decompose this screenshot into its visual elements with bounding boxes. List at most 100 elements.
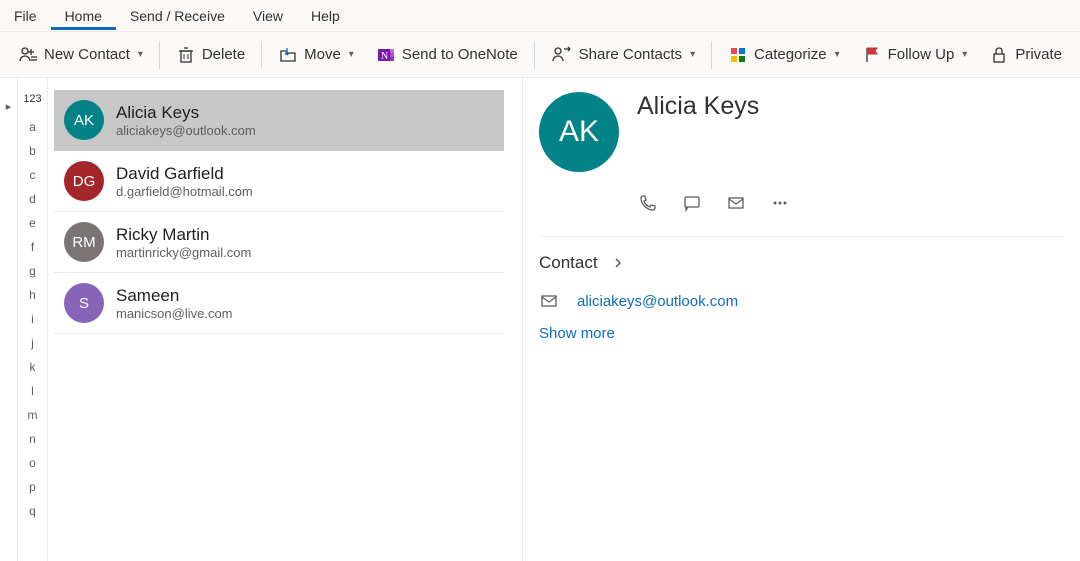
avatar: S xyxy=(64,283,104,323)
share-contacts-icon xyxy=(551,45,573,65)
contact-list-item[interactable]: S Sameenmanicson@live.com xyxy=(54,273,504,334)
share-contacts-button[interactable]: Share Contacts ▾ xyxy=(541,39,705,71)
share-contacts-label: Share Contacts xyxy=(579,46,682,63)
categorize-button[interactable]: Categorize ▾ xyxy=(718,39,850,71)
categorize-icon xyxy=(728,45,748,65)
alpha-index: 123 abcdefghijklmnopq xyxy=(18,78,48,561)
toolbar-separator xyxy=(159,41,160,69)
chevron-down-icon: ▾ xyxy=(690,49,695,60)
contact-email: martinricky@gmail.com xyxy=(116,245,251,260)
detail-name: Alicia Keys xyxy=(637,92,759,121)
contact-name: David Garfield xyxy=(116,164,253,184)
menu-send-receive[interactable]: Send / Receive xyxy=(116,2,239,30)
alpha-index-a[interactable]: a xyxy=(18,115,47,139)
alpha-index-b[interactable]: b xyxy=(18,139,47,163)
alpha-index-p[interactable]: p xyxy=(18,475,47,499)
new-contact-label: New Contact xyxy=(44,46,130,63)
toolbar-separator xyxy=(711,41,712,69)
contact-info: Sameenmanicson@live.com xyxy=(116,286,233,321)
show-more-link[interactable]: Show more xyxy=(539,325,615,342)
contact-list-item[interactable]: DG David Garfieldd.garfield@hotmail.com xyxy=(54,151,504,212)
mail-icon xyxy=(539,291,559,311)
alpha-index-e[interactable]: e xyxy=(18,211,47,235)
menu-view[interactable]: View xyxy=(239,2,297,30)
chevron-down-icon: ▾ xyxy=(138,49,143,60)
contact-list-item[interactable]: RM Ricky Martinmartinricky@gmail.com xyxy=(54,212,504,273)
delete-label: Delete xyxy=(202,46,245,63)
toolbar: New Contact ▾ Delete Move ▾ N Send to On… xyxy=(0,32,1080,78)
email-row: aliciakeys@outlook.com xyxy=(539,291,1064,311)
contact-name: Alicia Keys xyxy=(116,103,256,123)
chevron-down-icon: ▾ xyxy=(349,49,354,60)
alpha-index-h[interactable]: h xyxy=(18,283,47,307)
alpha-index-n[interactable]: n xyxy=(18,427,47,451)
menu-help[interactable]: Help xyxy=(297,2,354,30)
alpha-index-k[interactable]: k xyxy=(18,355,47,379)
send-onenote-button[interactable]: N Send to OneNote xyxy=(366,39,528,71)
follow-up-button[interactable]: Follow Up ▾ xyxy=(852,39,978,71)
alpha-index-o[interactable]: o xyxy=(18,451,47,475)
new-contact-button[interactable]: New Contact ▾ xyxy=(8,39,153,71)
alpha-index-d[interactable]: d xyxy=(18,187,47,211)
menu-bar: File Home Send / Receive View Help xyxy=(0,0,1080,32)
contact-section-label: Contact xyxy=(539,253,598,273)
private-label: Private xyxy=(1015,46,1062,63)
contact-info: Ricky Martinmartinricky@gmail.com xyxy=(116,225,251,260)
alpha-index-header[interactable]: 123 xyxy=(18,88,47,110)
menu-home[interactable]: Home xyxy=(51,2,116,30)
categorize-label: Categorize xyxy=(754,46,827,63)
move-icon xyxy=(278,45,298,65)
chevron-right-icon: ▸ xyxy=(6,100,12,561)
avatar: DG xyxy=(64,161,104,201)
follow-up-label: Follow Up xyxy=(888,46,955,63)
avatar: AK xyxy=(64,100,104,140)
call-button[interactable] xyxy=(637,192,659,214)
alpha-index-q[interactable]: q xyxy=(18,499,47,523)
alpha-index-l[interactable]: l xyxy=(18,379,47,403)
contact-info: Alicia Keysaliciakeys@outlook.com xyxy=(116,103,256,138)
chevron-down-icon: ▾ xyxy=(835,49,840,60)
flag-icon xyxy=(862,45,882,65)
contact-info: David Garfieldd.garfield@hotmail.com xyxy=(116,164,253,199)
alpha-index-c[interactable]: c xyxy=(18,163,47,187)
move-button[interactable]: Move ▾ xyxy=(268,39,364,71)
contact-list: AK Alicia Keysaliciakeys@outlook.com DG Dav… xyxy=(48,78,523,561)
alpha-index-g[interactable]: g xyxy=(18,259,47,283)
chevron-down-icon: ▾ xyxy=(962,49,967,60)
avatar: RM xyxy=(64,222,104,262)
contact-email: aliciakeys@outlook.com xyxy=(116,123,256,138)
chevron-right-icon xyxy=(612,257,624,269)
alpha-index-i[interactable]: i xyxy=(18,307,47,331)
contact-name: Ricky Martin xyxy=(116,225,251,245)
detail-avatar: AK xyxy=(539,92,619,172)
menu-file[interactable]: File xyxy=(0,2,51,30)
contact-section-header[interactable]: Contact xyxy=(539,253,1064,273)
email-button[interactable] xyxy=(725,192,747,214)
more-actions-button[interactable] xyxy=(769,192,791,214)
send-onenote-label: Send to OneNote xyxy=(402,46,518,63)
contact-email: manicson@live.com xyxy=(116,306,233,321)
svg-text:N: N xyxy=(381,51,388,62)
lock-icon xyxy=(989,45,1009,65)
onenote-icon: N xyxy=(376,45,396,65)
trash-icon xyxy=(176,45,196,65)
move-label: Move xyxy=(304,46,341,63)
chat-button[interactable] xyxy=(681,192,703,214)
new-contact-icon xyxy=(18,45,38,65)
private-button[interactable]: Private xyxy=(979,39,1072,71)
detail-action-row xyxy=(637,192,1064,214)
nav-expand-handle[interactable]: ▸ xyxy=(0,78,18,561)
toolbar-separator xyxy=(261,41,262,69)
alpha-index-m[interactable]: m xyxy=(18,403,47,427)
alpha-index-j[interactable]: j xyxy=(18,331,47,355)
contact-list-item[interactable]: AK Alicia Keysaliciakeys@outlook.com xyxy=(54,90,504,151)
toolbar-separator xyxy=(534,41,535,69)
contact-detail-pane: AK Alicia Keys Contact xyxy=(523,78,1080,561)
section-divider xyxy=(539,236,1064,237)
contact-email-link[interactable]: aliciakeys@outlook.com xyxy=(577,293,738,310)
alpha-index-f[interactable]: f xyxy=(18,235,47,259)
delete-button[interactable]: Delete xyxy=(166,39,255,71)
detail-header: AK Alicia Keys xyxy=(539,92,1064,172)
contact-email: d.garfield@hotmail.com xyxy=(116,184,253,199)
main-area: ▸ 123 abcdefghijklmnopq AKAlicia Keysali… xyxy=(0,78,1080,561)
